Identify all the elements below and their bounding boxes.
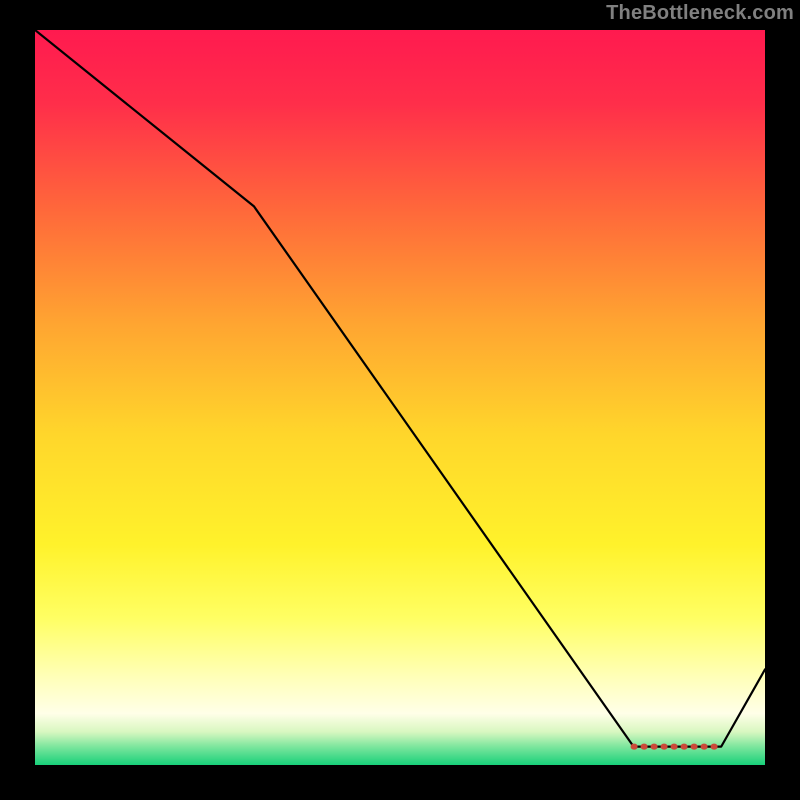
attribution-label: TheBottleneck.com	[606, 2, 794, 25]
gradient-background	[35, 30, 765, 765]
chart-svg	[35, 30, 765, 765]
plot-area	[35, 30, 765, 765]
chart-frame: TheBottleneck.com	[0, 0, 800, 800]
